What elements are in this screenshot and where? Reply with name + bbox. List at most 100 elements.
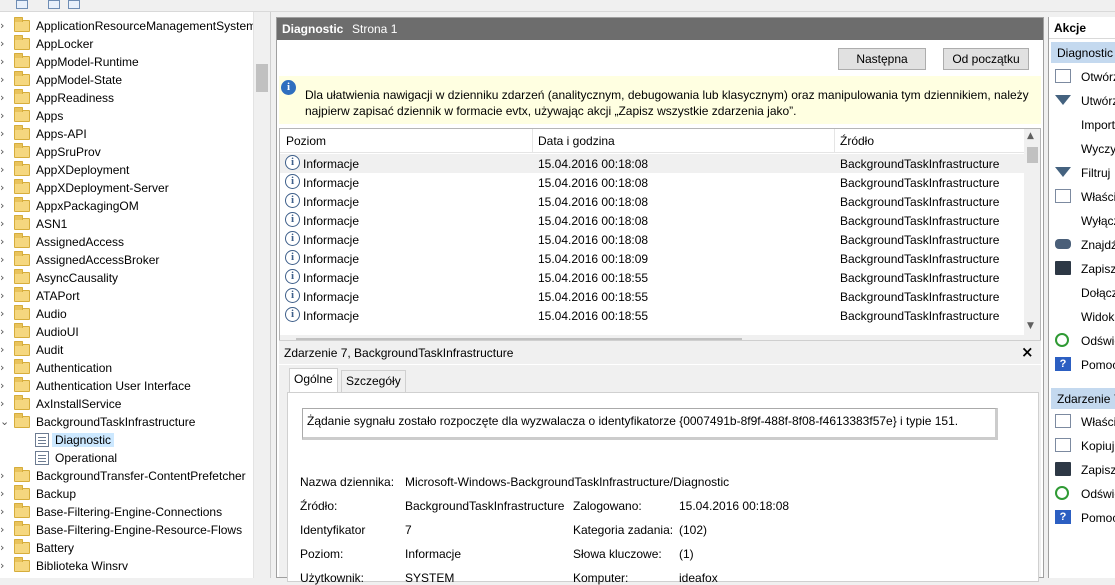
action-item[interactable]: Import (1049, 113, 1115, 137)
chevron-right-icon[interactable]: › (0, 253, 10, 266)
chevron-right-icon[interactable]: › (0, 145, 10, 158)
tree-item[interactable]: › AxInstallService (0, 395, 252, 413)
tree-item[interactable]: › AppModel-State (0, 71, 252, 89)
chevron-down-icon[interactable]: ⌄ (0, 415, 10, 428)
action-item[interactable]: Kopiuj (1049, 434, 1115, 458)
tree-item[interactable]: › ASN1 (0, 215, 252, 233)
tree-item[interactable]: › Battery (0, 539, 252, 557)
tree-item[interactable]: › AppSruProv (0, 143, 252, 161)
scroll-down-icon[interactable]: ▼ (1027, 321, 1034, 331)
action-item[interactable]: Odśwież (1049, 482, 1115, 506)
chevron-right-icon[interactable]: › (0, 523, 10, 536)
chevron-right-icon[interactable]: › (0, 487, 10, 500)
from-start-button[interactable]: Od początku (943, 48, 1029, 70)
action-item[interactable]: Widok (1049, 305, 1115, 329)
action-item[interactable]: ? Pomoc (1049, 506, 1115, 530)
chevron-right-icon[interactable]: › (0, 541, 10, 554)
action-item[interactable]: ? Pomoc (1049, 353, 1115, 377)
tree-item[interactable]: › AppLocker (0, 35, 252, 53)
chevron-right-icon[interactable]: › (0, 163, 10, 176)
table-row[interactable]: i Informacje 15.04.2016 00:18:08 Background… (280, 173, 1024, 192)
chevron-right-icon[interactable]: › (0, 343, 10, 356)
column-date[interactable]: Data i godzina (538, 134, 615, 148)
chevron-right-icon[interactable]: › (0, 55, 10, 68)
tree-item[interactable]: › Apps (0, 107, 252, 125)
chevron-right-icon[interactable]: › (0, 397, 10, 410)
tree-item[interactable]: › Audit (0, 341, 252, 359)
chevron-right-icon[interactable]: › (0, 109, 10, 122)
next-page-button[interactable]: Następna (838, 48, 926, 70)
table-row[interactable]: i Informacje 15.04.2016 00:18:55 Background… (280, 268, 1024, 287)
chevron-right-icon[interactable]: › (0, 217, 10, 230)
table-row[interactable]: i Informacje 15.04.2016 00:18:09 Background… (280, 249, 1024, 268)
scroll-up-icon[interactable]: ▲ (1027, 131, 1034, 141)
column-level[interactable]: Poziom (286, 134, 326, 148)
action-item[interactable]: Wyczyść (1049, 137, 1115, 161)
tree-item[interactable]: › AudioUI (0, 323, 252, 341)
tree-item[interactable]: ⌄ BackgroundTaskInfrastructure (0, 413, 252, 431)
close-icon[interactable]: × (1021, 343, 1034, 361)
action-item[interactable]: Znajdź (1049, 233, 1115, 257)
tree-item[interactable]: › AppReadiness (0, 89, 252, 107)
action-item[interactable]: Właściw (1049, 410, 1115, 434)
event-description[interactable]: Żądanie sygnału zostało rozpoczęte dla w… (302, 408, 998, 440)
tree-item[interactable]: › AssignedAccessBroker (0, 251, 252, 269)
chevron-right-icon[interactable]: › (0, 379, 10, 392)
chevron-right-icon[interactable]: › (0, 199, 10, 212)
action-item[interactable]: Właściw (1049, 185, 1115, 209)
tree-item[interactable]: › AppXDeployment (0, 161, 252, 179)
tab-general[interactable]: Ogólne (289, 368, 338, 392)
tree-item[interactable]: › AssignedAccess (0, 233, 252, 251)
chevron-right-icon[interactable]: › (0, 271, 10, 284)
table-row[interactable]: i Informacje 15.04.2016 00:18:08 Background… (280, 154, 1024, 173)
tab-details[interactable]: Szczegóły (341, 370, 406, 392)
tree-scrollbar-thumb[interactable] (256, 64, 268, 92)
action-item[interactable]: Otwórz (1049, 65, 1115, 89)
tree-item[interactable]: › ApplicationResourceManagementSystem (0, 17, 256, 35)
tree-item[interactable]: › Apps-API (0, 125, 252, 143)
tree-item[interactable]: › Base-Filtering-Engine-Resource-Flows (0, 521, 252, 539)
events-scrollbar-thumb[interactable] (1027, 147, 1038, 163)
chevron-right-icon[interactable]: › (0, 127, 10, 140)
chevron-right-icon[interactable]: › (0, 235, 10, 248)
tree-item[interactable]: › Authentication User Interface (0, 377, 252, 395)
tree-item[interactable]: › Audio (0, 305, 252, 323)
tree-item[interactable]: Operational (0, 449, 252, 467)
table-row[interactable]: i Informacje 15.04.2016 00:18:08 Background… (280, 230, 1024, 249)
action-item[interactable]: Zapisz (1049, 257, 1115, 281)
table-row[interactable]: i Informacje 15.04.2016 00:18:08 Background… (280, 192, 1024, 211)
tree-item[interactable]: Diagnostic (0, 431, 252, 449)
chevron-right-icon[interactable]: › (0, 559, 10, 572)
tree-item[interactable]: › AppModel-Runtime (0, 53, 252, 71)
chevron-right-icon[interactable]: › (0, 19, 10, 32)
chevron-right-icon[interactable]: › (0, 91, 10, 104)
tree-item[interactable]: › Base-Filtering-Engine-Connections (0, 503, 252, 521)
tree-item[interactable]: › AppXDeployment-Server (0, 179, 252, 197)
chevron-right-icon[interactable]: › (0, 181, 10, 194)
chevron-right-icon[interactable]: › (0, 289, 10, 302)
toolbar-button-2-icon[interactable] (48, 0, 60, 9)
table-row[interactable]: i Informacje 15.04.2016 00:18:55 Background… (280, 306, 1024, 325)
tree-item[interactable]: › AppxPackagingOM (0, 197, 252, 215)
chevron-right-icon[interactable]: › (0, 325, 10, 338)
action-item[interactable]: Filtruj (1049, 161, 1115, 185)
tree-item[interactable]: › Backup (0, 485, 252, 503)
actions-section-event[interactable]: Zdarzenie 7 (1051, 387, 1115, 409)
tree-scrollbar[interactable] (253, 12, 270, 578)
tree-item[interactable]: › ATAPort (0, 287, 252, 305)
tree-item[interactable]: › AsyncCausality (0, 269, 252, 287)
table-row[interactable]: i Informacje 15.04.2016 00:18:55 Background… (280, 287, 1024, 306)
events-vertical-scrollbar[interactable]: ▲ ▼ (1024, 129, 1040, 335)
chevron-right-icon[interactable]: › (0, 361, 10, 374)
table-row[interactable]: i Informacje 15.04.2016 00:18:08 Background… (280, 211, 1024, 230)
action-item[interactable]: Utwórz (1049, 89, 1115, 113)
chevron-right-icon[interactable]: › (0, 469, 10, 482)
action-item[interactable]: Zapisz (1049, 458, 1115, 482)
action-item[interactable]: Wyłącz (1049, 209, 1115, 233)
tree-item[interactable]: › BackgroundTransfer-ContentPrefetcher (0, 467, 252, 485)
actions-section-diagnostic[interactable]: Diagnostic (1051, 41, 1115, 63)
action-item[interactable]: Dołącz (1049, 281, 1115, 305)
chevron-right-icon[interactable]: › (0, 505, 10, 518)
toolbar-button-1-icon[interactable] (16, 0, 28, 9)
toolbar-button-3-icon[interactable] (68, 0, 80, 9)
